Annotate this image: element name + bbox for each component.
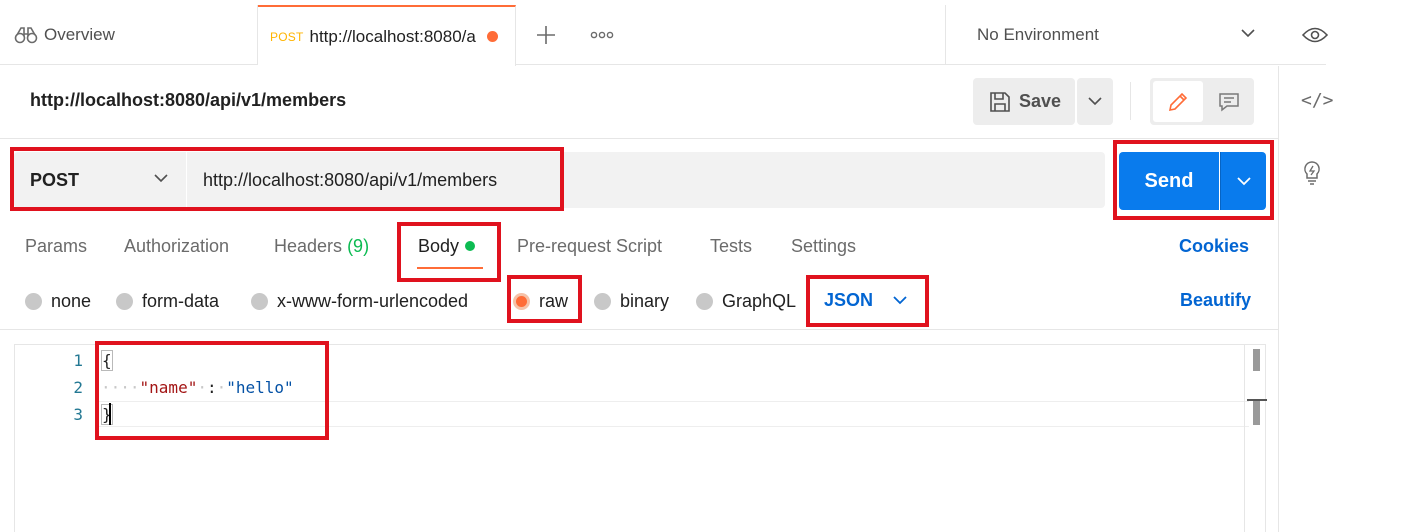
eye-icon [1302, 27, 1328, 43]
environment-label: No Environment [977, 25, 1099, 44]
tab-tests[interactable]: Tests [710, 236, 752, 257]
binoculars-icon [14, 27, 38, 44]
body-type-binary[interactable]: binary [594, 290, 669, 312]
body-indicator-dot [465, 241, 476, 251]
tab-bar: Overview POST http://localhost:8080/api/… [0, 5, 1328, 66]
tab-headers[interactable]: Headers (9) [274, 236, 369, 257]
tab-params[interactable]: Params [25, 236, 87, 257]
text-cursor [109, 403, 111, 425]
radio-raw[interactable] [513, 292, 530, 310]
current-line-highlight [99, 401, 1249, 427]
chevron-down-icon [1241, 29, 1255, 38]
active-tab-underline [417, 267, 483, 269]
body-type-none[interactable]: none [25, 290, 91, 312]
code-icon[interactable]: </> [1301, 90, 1334, 111]
url-input[interactable] [187, 152, 1105, 208]
environment-quick-look-button[interactable] [1300, 5, 1330, 65]
body-type-form-data[interactable]: form-data [116, 290, 219, 312]
body-format-select[interactable]: JSON [824, 290, 907, 311]
json-colon: : [206, 378, 217, 397]
chevron-down-icon [1236, 176, 1251, 185]
label-none: none [51, 290, 92, 311]
save-label: Save [1019, 91, 1062, 111]
chevron-down-icon [893, 296, 907, 305]
pencil-icon [1168, 92, 1188, 111]
body-type-graphql[interactable]: GraphQL [696, 290, 796, 312]
body-format-label: JSON [824, 290, 874, 310]
comments-mode-button[interactable] [1206, 81, 1252, 122]
more-icon [590, 31, 614, 39]
json-key: "name" [139, 378, 198, 397]
tab-overview-label: Overview [44, 25, 115, 44]
tab-settings[interactable]: Settings [791, 236, 856, 257]
toolbar-divider [1130, 82, 1131, 120]
body-type-urlencoded[interactable]: x-www-form-urlencoded [251, 290, 468, 312]
line-number: 3 [73, 405, 83, 424]
tab-body[interactable]: Body [418, 236, 476, 257]
body-type-raw[interactable]: raw [513, 290, 568, 312]
chevron-down-icon [154, 174, 168, 183]
editor-scrollbar-marker [1253, 401, 1260, 425]
lightbulb-icon[interactable] [1301, 159, 1323, 190]
editor-scrollbar-track [1244, 345, 1245, 532]
tab-authorization[interactable]: Authorization [124, 236, 229, 257]
edit-mode-button[interactable] [1153, 81, 1203, 122]
unsaved-dot [487, 31, 499, 42]
line-number: 2 [73, 378, 83, 397]
tab-method-label: POST [270, 29, 304, 44]
json-value: "hello" [226, 378, 294, 397]
new-tab-button[interactable] [528, 5, 564, 65]
radio-graphql[interactable] [696, 292, 713, 310]
radio-binary[interactable] [594, 292, 611, 310]
tab-prerequest-script[interactable]: Pre-request Script [517, 236, 662, 257]
line-number: 1 [73, 351, 83, 370]
headers-count: (9) [347, 236, 370, 256]
method-select[interactable]: POST [14, 152, 186, 208]
code-line: ····"name"·:·"hello" [101, 378, 294, 397]
chevron-down-icon [1088, 97, 1102, 106]
radio-none[interactable] [25, 292, 42, 310]
radio-urlencoded[interactable] [251, 292, 268, 310]
save-button[interactable]: Save [973, 78, 1075, 125]
label-raw: raw [539, 290, 569, 311]
more-tabs-button[interactable] [584, 5, 620, 65]
right-sidebar: </> [1278, 66, 1334, 532]
label-binary: binary [620, 290, 670, 311]
tab-overview[interactable]: Overview [0, 5, 258, 65]
comment-icon [1219, 92, 1239, 112]
send-options-button[interactable] [1220, 152, 1266, 210]
label-form-data: form-data [142, 290, 220, 311]
tab-headers-label: Headers [274, 236, 343, 256]
open-brace: { [101, 350, 113, 371]
cookies-link[interactable]: Cookies [1179, 236, 1249, 257]
view-mode-toggle [1150, 78, 1254, 125]
code-editor[interactable]: 1 2 3 { ····"name"·:·"hello" } [14, 344, 1267, 532]
divider [0, 138, 1278, 139]
radio-form-data[interactable] [116, 292, 133, 310]
code-line: { [101, 350, 113, 371]
beautify-link[interactable]: Beautify [1180, 290, 1251, 311]
editor-scrollbar-thumb[interactable] [1253, 349, 1260, 371]
request-title[interactable]: http://localhost:8080/api/v1/members [30, 90, 346, 111]
save-options-button[interactable] [1077, 78, 1113, 125]
save-icon [990, 91, 1010, 112]
label-urlencoded: x-www-form-urlencoded [277, 290, 469, 311]
divider [0, 329, 1278, 330]
tab-request-active[interactable]: POST http://localhost:8080/api/v1/member… [258, 5, 516, 66]
method-label: POST [30, 169, 80, 190]
send-button[interactable]: Send [1119, 152, 1219, 210]
environment-select[interactable]: No Environment [945, 5, 1285, 65]
tab-url-label: http://localhost:8080/api/v1/members [309, 26, 477, 46]
tab-body-label: Body [418, 236, 460, 256]
plus-icon [537, 26, 555, 44]
label-graphql: GraphQL [722, 290, 797, 311]
